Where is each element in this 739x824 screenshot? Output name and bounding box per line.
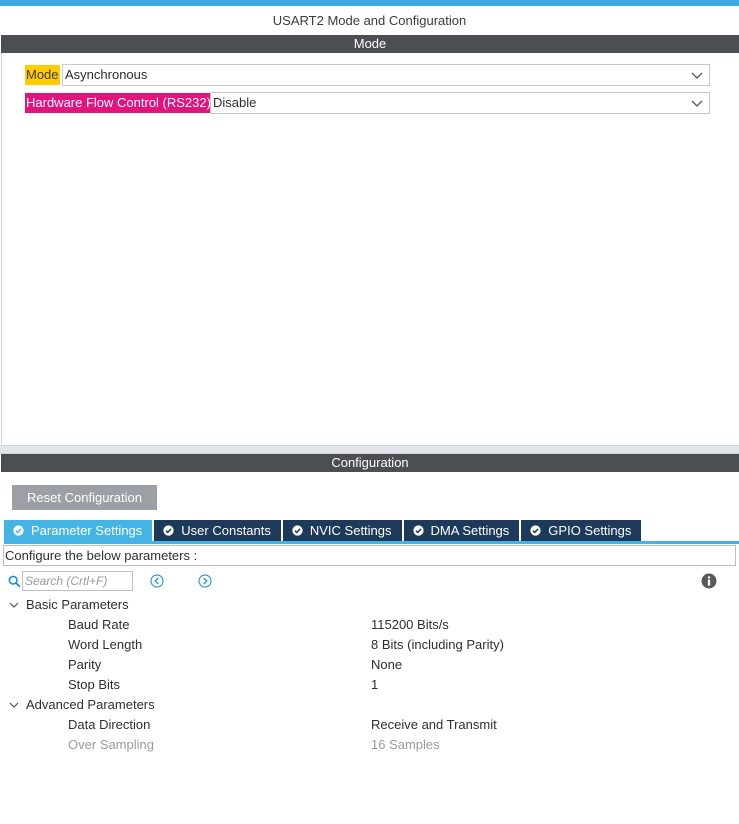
expand-triangle-icon[interactable] <box>9 601 19 609</box>
chevron-left-circle-icon[interactable] <box>150 574 164 588</box>
expand-triangle-icon[interactable] <box>9 701 19 709</box>
tab-dma-settings[interactable]: DMA Settings <box>403 520 520 541</box>
tab-gpio-settings[interactable]: GPIO Settings <box>521 520 642 541</box>
tab-nvic-settings[interactable]: NVIC Settings <box>282 520 402 541</box>
chevron-down-icon <box>691 72 703 79</box>
param-name: Word Length <box>68 637 143 652</box>
param-name: Over Sampling <box>68 737 154 752</box>
chevron-right-circle-icon[interactable] <box>198 574 212 588</box>
param-name: Stop Bits <box>68 677 121 692</box>
check-circle-icon <box>530 525 541 536</box>
info-icon[interactable] <box>701 573 717 589</box>
panel-splitter[interactable] <box>0 445 739 454</box>
group-advanced-parameters[interactable]: Advanced Parameters <box>0 695 739 715</box>
param-row-baud-rate[interactable]: Baud Rate 115200 Bits/s <box>0 615 739 635</box>
tab-user-constants[interactable]: User Constants <box>154 520 281 541</box>
mode-select[interactable]: Asynchronous <box>62 64 710 86</box>
config-tabs: Parameter Settings User Constants NVIC S… <box>4 520 643 541</box>
check-circle-icon <box>13 525 24 536</box>
hardware-flow-control-select[interactable]: Disable <box>210 92 710 114</box>
param-value: None <box>371 657 403 672</box>
param-name: Baud Rate <box>68 617 130 632</box>
search-icon <box>8 575 21 588</box>
group-label: Basic Parameters <box>26 597 129 612</box>
param-value: 115200 Bits/s <box>371 617 449 632</box>
reset-configuration-button[interactable]: Reset Configuration <box>12 485 157 510</box>
tab-label: User Constants <box>181 523 271 538</box>
param-row-word-length[interactable]: Word Length 8 Bits (including Parity) <box>0 635 739 655</box>
param-row-over-sampling: Over Sampling 16 Samples <box>0 735 739 755</box>
search-input[interactable] <box>22 571 133 591</box>
param-value: 8 Bits (including Parity) <box>371 637 504 652</box>
tab-label: GPIO Settings <box>548 523 632 538</box>
tab-label: Parameter Settings <box>31 523 143 538</box>
param-value: 1 <box>371 677 379 692</box>
param-name: Parity <box>68 657 102 672</box>
check-circle-icon <box>292 525 303 536</box>
tab-parameter-settings[interactable]: Parameter Settings <box>4 520 153 541</box>
mode-select-value: Asynchronous <box>65 67 148 82</box>
param-name: Data Direction <box>68 717 151 732</box>
chevron-down-icon <box>691 100 703 107</box>
param-value: Receive and Transmit <box>371 717 497 732</box>
tab-label: NVIC Settings <box>309 523 392 538</box>
param-value: 16 Samples <box>371 737 440 752</box>
tab-label: DMA Settings <box>430 523 510 538</box>
group-basic-parameters[interactable]: Basic Parameters <box>0 595 739 615</box>
check-circle-icon <box>412 525 424 536</box>
window-title: USART2 Mode and Configuration <box>272 13 467 28</box>
param-row-parity[interactable]: Parity None <box>0 655 739 675</box>
configuration-section-header: Configuration <box>1 454 739 472</box>
check-circle-icon <box>163 525 174 536</box>
tab-underline <box>4 541 739 544</box>
hardware-flow-control-value: Disable <box>213 95 257 110</box>
hardware-flow-control-label: Hardware Flow Control (RS232) <box>25 93 212 113</box>
configure-note: Configure the below parameters : <box>3 545 736 566</box>
mode-label: Mode <box>25 65 60 85</box>
group-label: Advanced Parameters <box>26 697 155 712</box>
param-row-stop-bits[interactable]: Stop Bits 1 <box>0 675 739 695</box>
mode-section-header: Mode <box>1 35 739 53</box>
param-row-data-direction[interactable]: Data Direction Receive and Transmit <box>0 715 739 735</box>
